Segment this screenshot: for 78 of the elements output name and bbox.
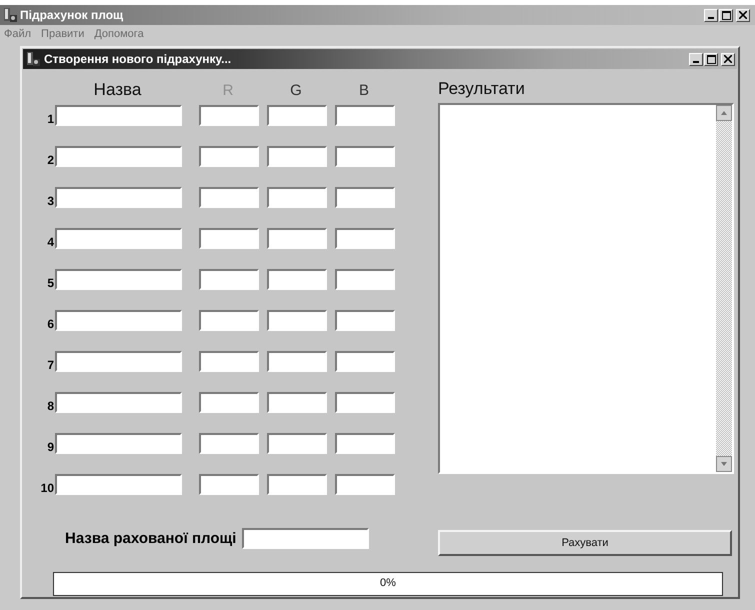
g-field[interactable] [267, 105, 327, 126]
b-field[interactable] [335, 310, 395, 331]
name-field[interactable] [55, 228, 182, 249]
row-number: 4 [46, 235, 55, 249]
maximize-icon [722, 10, 730, 20]
name-field[interactable] [55, 392, 182, 413]
b-field[interactable] [335, 228, 395, 249]
r-field[interactable] [199, 105, 259, 126]
g-field[interactable] [267, 269, 327, 290]
close-icon [724, 55, 732, 63]
column-header: G [289, 82, 303, 98]
row-number: 3 [46, 194, 55, 208]
b-field[interactable] [335, 187, 395, 208]
window-title: Підрахунок площ [20, 8, 124, 22]
scroll-down-icon[interactable] [716, 456, 732, 472]
r-field[interactable] [199, 310, 259, 331]
menu-item[interactable]: Правити [41, 28, 84, 40]
r-field[interactable] [199, 433, 259, 454]
maximize-button[interactable] [719, 8, 733, 22]
g-field[interactable] [267, 146, 327, 167]
row-number: 9 [46, 440, 55, 454]
g-field[interactable] [267, 351, 327, 372]
progress-text: 0% [379, 577, 397, 589]
g-field[interactable] [267, 310, 327, 331]
scrollbar[interactable] [716, 105, 732, 472]
b-field[interactable] [335, 392, 395, 413]
close-button[interactable] [736, 8, 750, 22]
row-number: 7 [46, 358, 55, 372]
b-field[interactable] [335, 269, 395, 290]
maximize-icon [706, 54, 716, 64]
r-field[interactable] [199, 474, 259, 495]
menu-item[interactable]: Допомога [94, 28, 144, 40]
b-field[interactable] [335, 433, 395, 454]
row-number: 10 [40, 481, 55, 495]
area-name-label: Назва рахованої площі [65, 530, 236, 547]
name-field[interactable] [55, 105, 182, 126]
name-field[interactable] [55, 310, 182, 331]
name-field[interactable] [55, 187, 182, 208]
minimize-button[interactable] [704, 8, 718, 22]
app-icon [25, 51, 41, 67]
row-number: 2 [46, 153, 55, 167]
r-field[interactable] [199, 351, 259, 372]
b-field[interactable] [335, 474, 395, 495]
name-field[interactable] [55, 146, 182, 167]
r-field[interactable] [199, 146, 259, 167]
column-header: Назва [92, 80, 142, 100]
menu-item[interactable]: Файл [4, 28, 32, 40]
b-field[interactable] [335, 351, 395, 372]
row-number: 1 [46, 112, 55, 126]
r-field[interactable] [199, 392, 259, 413]
name-field[interactable] [55, 351, 182, 372]
row-number: 8 [46, 399, 55, 413]
g-field[interactable] [267, 187, 327, 208]
close-button[interactable] [721, 52, 735, 66]
column-header: B [358, 82, 370, 98]
b-field[interactable] [335, 146, 395, 167]
row-number: 5 [46, 276, 55, 290]
name-field[interactable] [55, 433, 182, 454]
g-field[interactable] [267, 228, 327, 249]
maximize-button[interactable] [704, 52, 718, 66]
name-field[interactable] [55, 474, 182, 495]
g-field[interactable] [267, 433, 327, 454]
dialog-title: Створення нового підрахунку... [44, 52, 232, 66]
results-label: Результати [438, 79, 526, 100]
minimize-button[interactable] [689, 52, 703, 66]
g-field[interactable] [267, 392, 327, 413]
calculate-button[interactable]: Рахувати [438, 530, 732, 556]
app-icon [2, 7, 18, 23]
close-icon [739, 11, 747, 19]
name-field[interactable] [55, 269, 182, 290]
r-field[interactable] [199, 269, 259, 290]
r-field[interactable] [199, 187, 259, 208]
r-field[interactable] [199, 228, 259, 249]
area-name-field[interactable] [242, 528, 370, 549]
b-field[interactable] [335, 105, 395, 126]
row-number: 6 [46, 317, 55, 331]
g-field[interactable] [267, 474, 327, 495]
scroll-up-icon[interactable] [716, 105, 732, 121]
